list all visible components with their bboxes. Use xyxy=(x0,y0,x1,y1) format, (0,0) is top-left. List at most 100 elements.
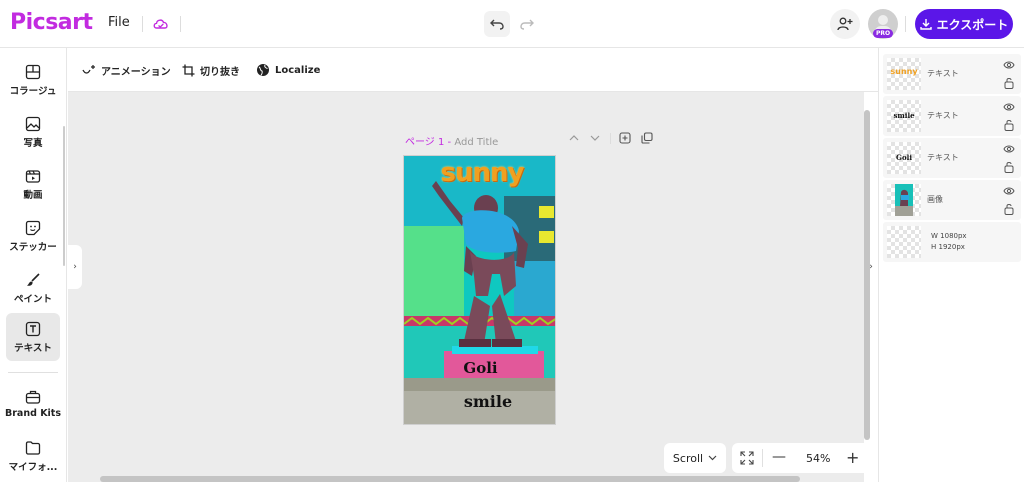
invite-user-button[interactable] xyxy=(830,9,860,39)
width-value: 1080px xyxy=(940,232,967,240)
chevron-down-icon xyxy=(590,135,600,141)
sidebar-scrollbar[interactable] xyxy=(63,126,65,266)
eye-icon[interactable] xyxy=(1003,186,1015,196)
zoom-out-button[interactable]: — xyxy=(772,449,786,465)
folder-icon xyxy=(25,440,41,455)
artboard[interactable]: sunny Goli smile xyxy=(403,155,556,425)
redo-button[interactable] xyxy=(514,11,540,37)
sidebar-item-photo[interactable]: 写真 xyxy=(6,108,60,156)
add-page-icon xyxy=(619,132,631,144)
context-toolbar: アニメーション 切り抜き Localize xyxy=(68,48,878,92)
sidebar-item-label: テキスト xyxy=(14,342,52,354)
layer-name: テキスト xyxy=(927,69,959,78)
layer-item[interactable]: 画像 xyxy=(883,180,1021,220)
scroll-mode-select[interactable]: Scroll xyxy=(664,443,726,473)
sidebar-item-video[interactable]: 動画 xyxy=(6,160,60,208)
height-value: 1920px xyxy=(938,243,965,251)
divider xyxy=(905,16,906,32)
artboard-text-sunny[interactable]: sunny xyxy=(432,158,532,188)
page-move-down-button[interactable] xyxy=(588,131,602,145)
layer-item[interactable]: sunny テキスト xyxy=(883,54,1021,94)
zoom-percent[interactable]: 54% xyxy=(806,452,830,465)
undo-icon xyxy=(490,19,504,30)
zoom-controls: — 54% + xyxy=(732,443,870,473)
layer-thumb-text: Goli xyxy=(896,153,912,162)
export-button[interactable]: エクスポート xyxy=(915,9,1013,39)
layer-thumbnail: sunny xyxy=(887,58,921,90)
scrollbar-thumb[interactable] xyxy=(864,110,870,440)
artboard-text-smile[interactable]: smile xyxy=(404,392,555,411)
eye-icon[interactable] xyxy=(1003,102,1015,112)
divider xyxy=(180,16,181,32)
duplicate-icon xyxy=(641,132,653,144)
duplicate-page-button[interactable] xyxy=(640,131,654,145)
crop-button[interactable]: 切り抜き xyxy=(182,61,240,79)
left-sidebar: コラージュ 写真 動画 ステッカー ペイント テキスト Brand Kits マ… xyxy=(0,48,67,482)
add-page-button[interactable] xyxy=(618,131,632,145)
page-number-label: ページ 1 - xyxy=(405,137,452,148)
add-title-placeholder[interactable]: Add Title xyxy=(454,137,498,148)
page-move-up-button[interactable] xyxy=(567,131,581,145)
eye-icon[interactable] xyxy=(1003,60,1015,70)
animation-icon xyxy=(82,65,95,74)
sidebar-item-paint[interactable]: ペイント xyxy=(6,264,60,312)
height-label: H xyxy=(931,243,937,251)
canvas-horizontal-scrollbar[interactable] xyxy=(100,476,800,482)
canvas-width: W 1080px xyxy=(931,232,967,240)
crop-icon xyxy=(182,64,195,76)
canvas-height: H 1920px xyxy=(931,243,965,251)
unlock-icon[interactable] xyxy=(1004,203,1014,215)
brand-kit-icon xyxy=(25,390,41,404)
animation-label: アニメーション xyxy=(101,66,171,78)
redo-icon xyxy=(520,19,534,30)
localize-label: Localize xyxy=(275,64,321,76)
layer-name: テキスト xyxy=(927,153,959,162)
artboard-text-goli[interactable]: Goli xyxy=(404,359,555,377)
photo-icon xyxy=(25,116,41,131)
canvas-vertical-scrollbar[interactable] xyxy=(864,96,870,480)
sidebar-item-brand-kits[interactable]: Brand Kits xyxy=(5,380,61,428)
sidebar-item-label: 動画 xyxy=(23,189,43,201)
undo-button[interactable] xyxy=(484,11,510,37)
sidebar-item-text[interactable]: テキスト xyxy=(6,313,60,361)
pro-badge: PRO xyxy=(873,29,893,38)
picsart-editor: Picsart File PRO エクスポート コラージュ 写真 動画 ステッカ… xyxy=(0,0,1024,482)
sidebar-item-sticker[interactable]: ステッカー xyxy=(6,212,60,260)
collage-icon xyxy=(25,64,41,79)
layer-thumbnail: smile xyxy=(887,100,921,132)
chevron-right-icon: › xyxy=(73,262,77,272)
scroll-mode-value: Scroll xyxy=(672,451,704,465)
brush-icon xyxy=(27,272,40,286)
top-bar: Picsart File PRO エクスポート xyxy=(0,0,1024,48)
animation-button[interactable]: アニメーション xyxy=(82,61,171,79)
divider xyxy=(142,16,143,32)
zoom-in-button[interactable]: + xyxy=(846,448,859,467)
layer-thumb-text: smile xyxy=(893,111,915,120)
file-menu-button[interactable]: File xyxy=(108,15,130,30)
sidebar-item-label: ステッカー xyxy=(9,241,57,253)
chevron-up-icon xyxy=(569,135,579,141)
globe-icon xyxy=(257,64,269,76)
unlock-icon[interactable] xyxy=(1004,119,1014,131)
sidebar-item-my-folders[interactable]: マイフォ... xyxy=(6,432,60,480)
eye-icon[interactable] xyxy=(1003,144,1015,154)
layer-item[interactable]: Goli テキスト xyxy=(883,138,1021,178)
localize-button[interactable]: Localize xyxy=(256,61,320,79)
crop-label: 切り抜き xyxy=(200,66,240,78)
cloud-sync-icon[interactable] xyxy=(152,15,170,31)
fit-screen-icon[interactable] xyxy=(740,451,754,465)
picsart-logo[interactable]: Picsart xyxy=(10,10,93,35)
sidebar-divider xyxy=(8,372,58,373)
sidebar-item-collage[interactable]: コラージュ xyxy=(6,56,60,104)
page-title[interactable]: ページ 1 - Add Title xyxy=(405,133,498,148)
canvas-size-layer[interactable]: W 1080px H 1920px xyxy=(883,222,1021,262)
export-label: エクスポート xyxy=(936,17,1009,32)
width-label: W xyxy=(931,232,938,240)
layer-item[interactable]: smile テキスト xyxy=(883,96,1021,136)
add-user-icon xyxy=(837,17,853,31)
sticker-icon xyxy=(25,220,41,235)
expand-left-panel-button[interactable]: › xyxy=(68,245,82,289)
unlock-icon[interactable] xyxy=(1004,161,1014,173)
unlock-icon[interactable] xyxy=(1004,77,1014,89)
sidebar-item-label: マイフォ... xyxy=(8,461,58,473)
